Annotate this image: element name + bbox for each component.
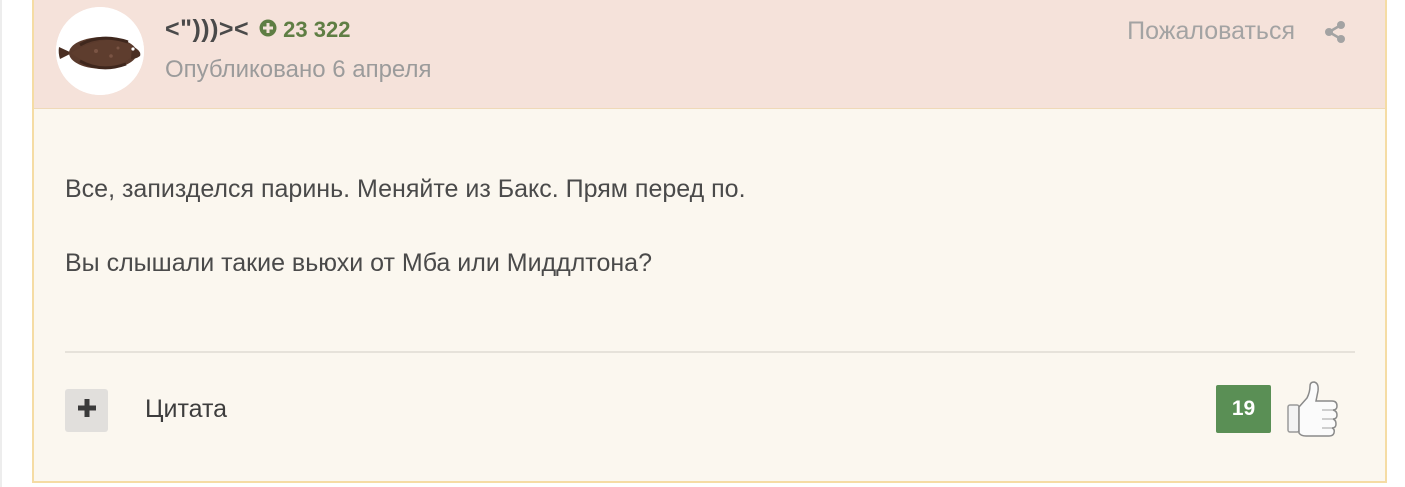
- publish-date: Опубликовано 6 апреля: [165, 56, 432, 83]
- footer-divider: [65, 351, 1355, 353]
- forum-post: <")))>< 23 322 Опубликовано 6 апреля Пож…: [32, 0, 1387, 483]
- reputation-value: 23 322: [283, 16, 351, 42]
- share-icon[interactable]: [1323, 20, 1347, 49]
- thumbs-up-icon[interactable]: [1282, 378, 1342, 443]
- post-paragraph: Вы слышали такие вьюхи от Мба или Миддлт…: [65, 249, 652, 277]
- multiquote-button[interactable]: [65, 389, 108, 432]
- fish-avatar-icon: [56, 7, 144, 95]
- author-line: <")))>< 23 322: [165, 15, 350, 44]
- avatar[interactable]: [56, 7, 144, 95]
- plus-icon: [77, 398, 97, 423]
- post-paragraph: Все, запизделся паринь. Меняйте из Бакс.…: [65, 175, 746, 203]
- post-header: <")))>< 23 322 Опубликовано 6 апреля Пож…: [34, 0, 1385, 109]
- author-name[interactable]: <")))><: [165, 15, 249, 44]
- plus-circle-icon: [259, 17, 277, 43]
- reputation-badge: 23 322: [259, 17, 350, 43]
- quote-button[interactable]: Цитата: [145, 395, 227, 424]
- like-count-badge: 19: [1216, 385, 1271, 433]
- post-content: Все, запизделся паринь. Меняйте из Бакс.…: [65, 170, 1354, 318]
- report-link[interactable]: Пожаловаться: [1127, 17, 1295, 46]
- page-left-border: [0, 0, 2, 487]
